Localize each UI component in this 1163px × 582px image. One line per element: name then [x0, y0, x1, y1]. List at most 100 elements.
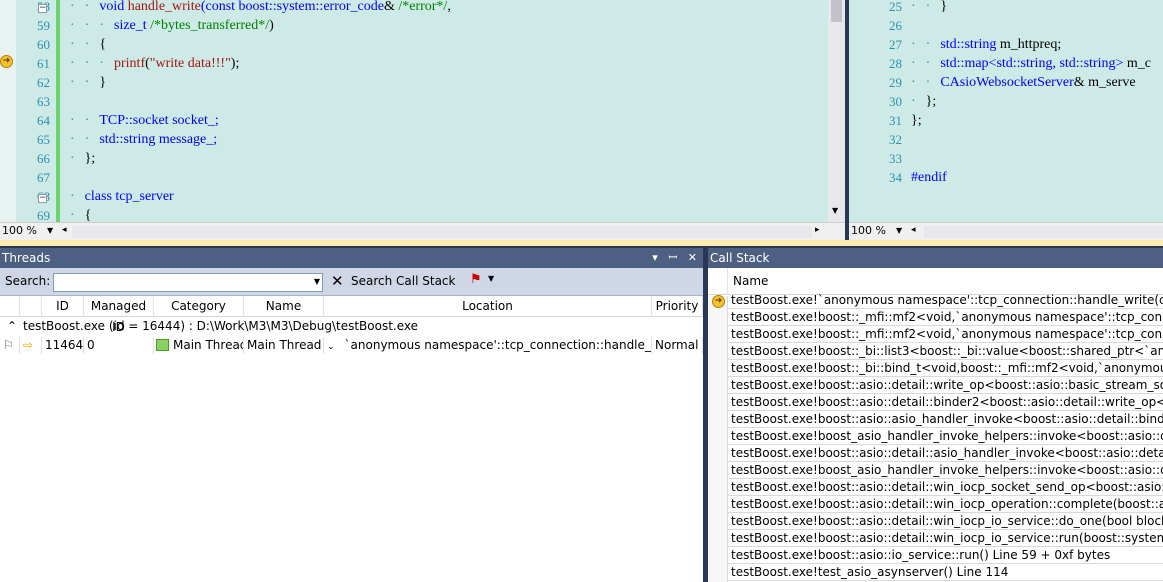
scroll-thumb[interactable] [831, 0, 842, 22]
clear-search-icon[interactable]: ✕ [331, 272, 344, 290]
code-token: tcp_server [115, 189, 174, 204]
thread-location[interactable]: ⌄ `anonymous namespace'::tcp_connection::… [324, 337, 652, 354]
flag-icon[interactable]: ⚑ [470, 272, 482, 287]
code-line[interactable]: · · TCP::socket socket_; [70, 113, 219, 129]
code-line[interactable]: · }; [911, 94, 936, 110]
collapse-icon[interactable]: − [38, 194, 47, 203]
threads-window: Threads ▾ ꟷ ✕ Search: ▼ ✕ Search Call St… [0, 248, 703, 582]
indent-guide: · [70, 151, 85, 166]
code-token: "write data!!!" [149, 56, 231, 71]
code-token: } [99, 75, 107, 90]
scroll-right-icon[interactable]: ▸ [815, 225, 820, 235]
header-managed-id[interactable]: Managed ID [84, 296, 154, 334]
scroll-left-icon[interactable]: ◂ [911, 225, 916, 235]
scroll-left-icon[interactable]: ◂ [62, 225, 67, 235]
code-line[interactable]: · · { [70, 37, 106, 53]
call-stack-frame[interactable]: testBoost.exe!boost::asio::detail::asio_… [728, 445, 1163, 462]
close-icon[interactable]: ✕ [688, 251, 697, 264]
line-number: 32 [889, 132, 902, 147]
header-indicator[interactable] [708, 268, 728, 295]
flag-outline-icon[interactable]: ⚐ [0, 337, 20, 354]
search-dropdown-icon[interactable]: ▼ [314, 277, 320, 286]
header-name[interactable]: Name [733, 274, 768, 288]
code-token: ) [269, 18, 274, 33]
expand-icon[interactable]: ⌃ [4, 318, 17, 335]
code-line[interactable]: · · } [911, 0, 947, 15]
call-stack-frame[interactable]: testBoost.exe!boost::_bi::bind_t<void,bo… [728, 360, 1163, 377]
code-line[interactable]: · · } [70, 75, 106, 91]
call-stack-frame[interactable]: testBoost.exe!boost::asio::asio_handler_… [728, 411, 1163, 428]
code-line[interactable]: · · std::map<std::string, std::string> m… [911, 56, 1151, 72]
line-number: 65 [37, 132, 50, 147]
code-line[interactable]: · }; [70, 151, 95, 167]
code-line[interactable]: #endif [911, 170, 947, 186]
pin-icon[interactable]: ꟷ [668, 251, 677, 264]
header-category[interactable]: Category [154, 296, 244, 317]
zoom-dropdown-icon[interactable]: ▼ [47, 226, 53, 235]
indent-guide: · · [911, 37, 941, 52]
indent-guide: · · [70, 113, 100, 128]
zoom-level[interactable]: 100 % [2, 224, 37, 237]
code-token: m_httpreq; [999, 37, 1062, 52]
call-stack-frame[interactable]: testBoost.exe!boost::asio::detail::write… [728, 377, 1163, 394]
call-stack-frame[interactable]: testBoost.exe!boost::_mfi::mf2<void,`ano… [728, 326, 1163, 343]
call-stack-frame[interactable]: testBoost.exe!`anonymous namespace'::tcp… [728, 292, 1163, 309]
code-editor-right[interactable]: 25 · · } 26 27 · · std::string m_httpreq; 28 ·… [849, 0, 1163, 240]
code-line[interactable]: · · std::string m_httpreq; [911, 37, 1061, 53]
scroll-down-icon[interactable]: ▼ [832, 206, 838, 215]
vertical-scrollbar-left[interactable]: ▲ ▼ [828, 0, 845, 222]
threads-title: Threads [2, 251, 51, 265]
line-number: 61 [37, 56, 50, 71]
horizontal-scrollbar-left[interactable] [72, 226, 812, 238]
code-token: }; [911, 113, 922, 128]
code-token: printf [114, 56, 146, 71]
header-indicator[interactable] [20, 296, 42, 317]
code-line[interactable]: · · void handle_write(const boost::syste… [70, 0, 451, 15]
zoom-level[interactable]: 100 % [851, 224, 886, 237]
code-line[interactable]: · · · size_t /*bytes_transferred*/) [70, 18, 274, 34]
code-line[interactable]: · class tcp_server [70, 189, 174, 205]
call-stack-frame[interactable]: testBoost.exe!boost::_mfi::mf2<void,`ano… [728, 309, 1163, 326]
dropdown-icon[interactable]: ▾ [652, 251, 658, 264]
search-input[interactable]: ▼ [53, 273, 323, 292]
location-expand-icon[interactable]: ⌄ [327, 342, 335, 352]
indent-guide: · [911, 94, 926, 109]
indent-guide: · · [70, 132, 100, 147]
collapse-icon[interactable]: − [38, 4, 47, 13]
code-token: CAsioWebsocketServer [940, 75, 1074, 90]
line-number: 29 [889, 75, 902, 90]
search-call-stack-button[interactable]: Search Call Stack [351, 274, 455, 288]
call-stack-frame[interactable]: testBoost.exe!boost::asio::detail::win_i… [728, 479, 1163, 496]
current-frame-arrow-icon: ➜ [712, 295, 725, 308]
call-stack-frame[interactable]: testBoost.exe!boost::_bi::list3<boost::_… [728, 343, 1163, 360]
header-priority[interactable]: Priority [652, 296, 703, 317]
flag-dropdown-icon[interactable]: ▼ [488, 274, 494, 283]
call-stack-frame[interactable]: testBoost.exe!boost_asio_handler_invoke_… [728, 428, 1163, 445]
call-stack-frame[interactable]: testBoost.exe!boost::asio::detail::binde… [728, 394, 1163, 411]
code-editor-left[interactable]: ➜ 58−· · void handle_write(const boost::… [0, 0, 845, 240]
call-stack-frame[interactable]: testBoost.exe!boost::asio::detail::win_i… [728, 513, 1163, 530]
threads-title-bar[interactable]: Threads ▾ ꟷ ✕ [0, 248, 703, 268]
horizontal-scrollbar-right[interactable] [924, 226, 1163, 238]
thread-group-row[interactable]: ⌃ testBoost.exe (id = 16444) : D:\Work\M… [0, 318, 703, 335]
call-stack-frame[interactable]: testBoost.exe!boost::asio::detail::win_i… [728, 530, 1163, 547]
code-token: m_c [1126, 56, 1151, 71]
header-name[interactable]: Name [244, 296, 324, 317]
call-stack-frame[interactable]: testBoost.exe!test_asio_asynserver() Lin… [728, 564, 1163, 581]
zoom-dropdown-icon[interactable]: ▼ [896, 226, 902, 235]
code-token: class [84, 189, 116, 204]
header-id[interactable]: ID [42, 296, 84, 317]
header-flag[interactable] [0, 296, 20, 317]
call-stack-frame[interactable]: testBoost.exe!boost_asio_handler_invoke_… [728, 462, 1163, 479]
call-stack-frame[interactable]: testBoost.exe!boost::asio::detail::win_i… [728, 496, 1163, 513]
thread-row[interactable]: ⚐ ⇨ 11464 0 Main Thread Main Thread ⌄ `an… [0, 337, 703, 354]
code-token: & [383, 0, 399, 14]
splitter[interactable] [0, 240, 1163, 246]
call-stack-title-bar[interactable]: Call Stack [708, 248, 1163, 268]
code-line[interactable]: }; [911, 113, 922, 129]
header-location[interactable]: Location [324, 296, 652, 317]
code-line[interactable]: · · CAsioWebsocketServer& m_serve [911, 75, 1136, 91]
code-line[interactable]: · · · printf("write data!!!"); [70, 56, 239, 72]
call-stack-frame[interactable]: testBoost.exe!boost::asio::io_service::r… [728, 547, 1163, 564]
code-line[interactable]: · · std::string message_; [70, 132, 217, 148]
